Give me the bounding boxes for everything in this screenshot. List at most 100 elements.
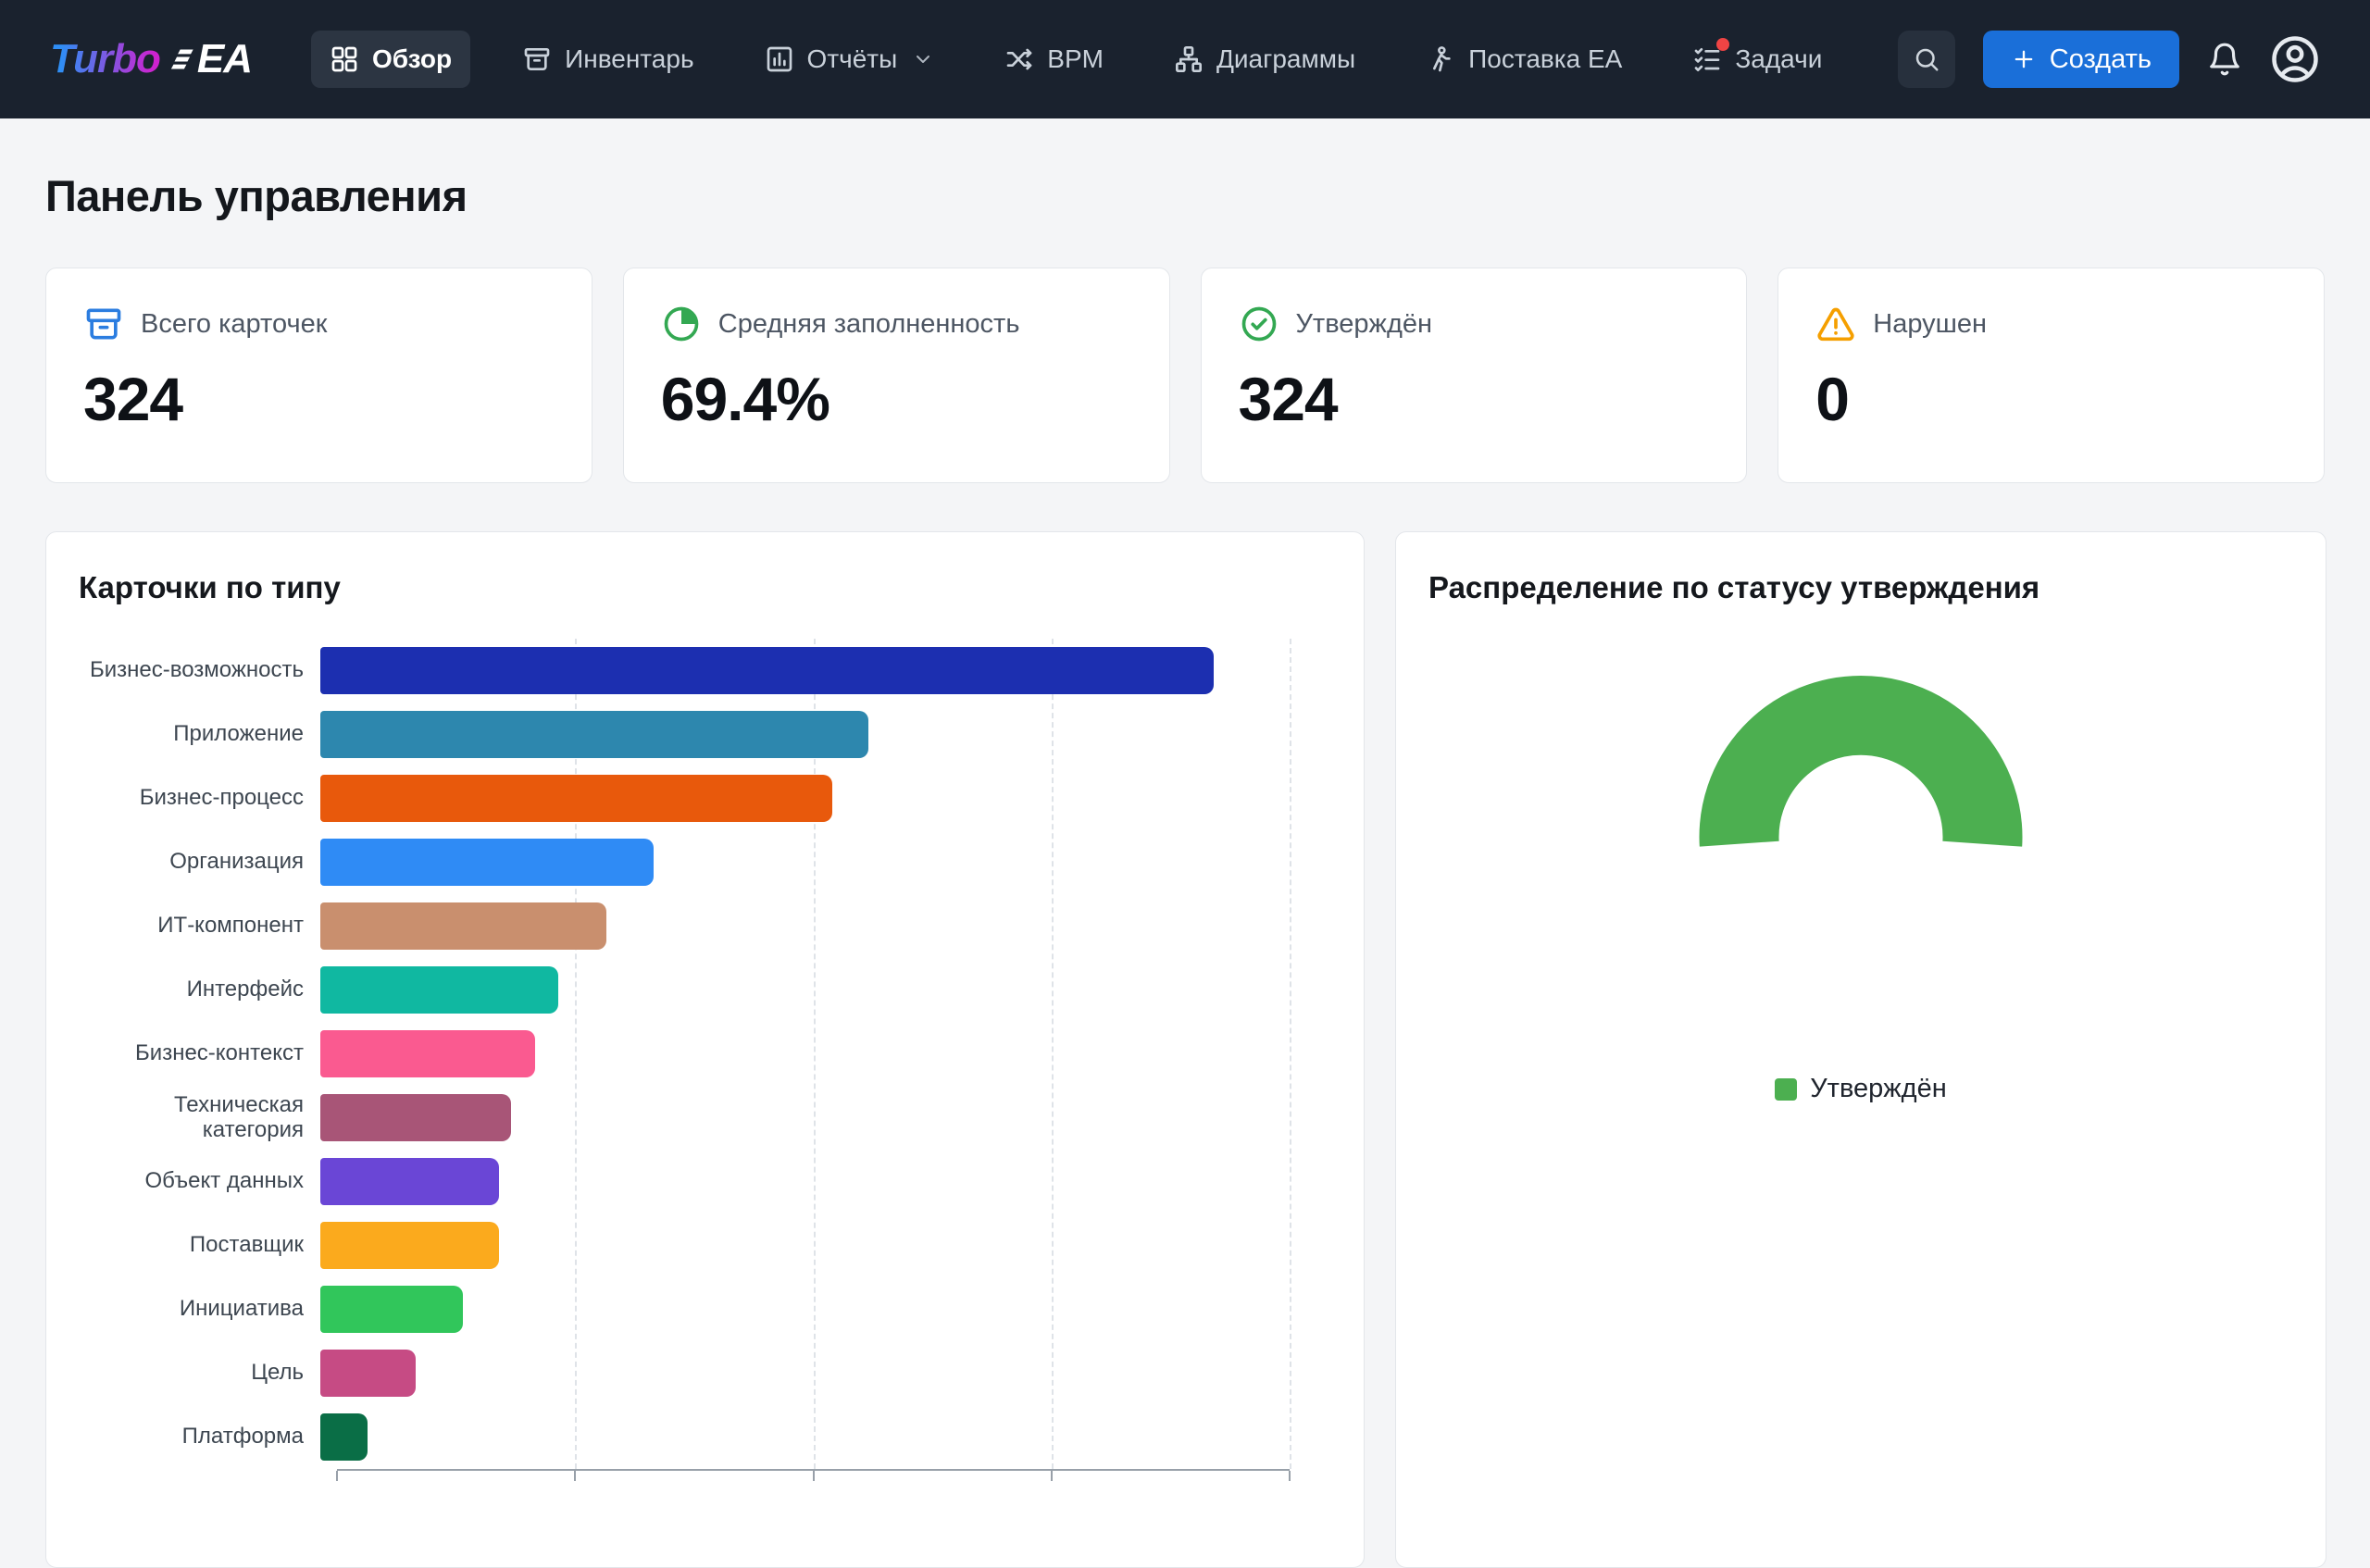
completeness-icon (661, 304, 702, 344)
bar-row: Инициатива (77, 1277, 1333, 1341)
nav-item-label: Диаграммы (1216, 44, 1355, 74)
bar-row: Бизнес-контекст (77, 1022, 1333, 1086)
donut-chart-title: Распределение по статусу утверждения (1428, 570, 2295, 605)
bar-category-label: Приложение (77, 722, 320, 747)
nav-item-label: Задачи (1735, 44, 1822, 74)
user-avatar-icon[interactable] (2270, 34, 2320, 84)
bar-row: Платформа (77, 1405, 1333, 1469)
bar-track (320, 1094, 1333, 1141)
logo-ea-text: EA (197, 36, 252, 82)
bar-category-label: Бизнес-возможность (77, 658, 320, 683)
nav-item-tasks[interactable]: Задачи (1674, 31, 1840, 88)
search-icon (1913, 45, 1940, 73)
stat-card-header: Всего карточек (83, 304, 555, 344)
nav-item-label: Инвентарь (565, 44, 693, 74)
approval-donut-chart (1427, 615, 2295, 1059)
bar-category-label: ИТ-компонент (77, 914, 320, 939)
axis-tick (336, 1471, 338, 1481)
nav-item-label: Поставка EA (1468, 44, 1622, 74)
diagrams-icon (1174, 44, 1204, 74)
nav-item-label: Обзор (372, 44, 452, 74)
bar (320, 1158, 499, 1205)
bar (320, 647, 1214, 694)
nav-item-reports[interactable]: Отчёты (746, 31, 954, 88)
nav-item-diagrams[interactable]: Диаграммы (1155, 31, 1374, 88)
search-button[interactable] (1898, 31, 1955, 88)
bar-track (320, 966, 1333, 1014)
logo-turbo-text: Turbo (50, 36, 160, 82)
bar-row: Бизнес-процесс (77, 766, 1333, 830)
bar-row: Бизнес-возможность (77, 639, 1333, 703)
bar (320, 1286, 463, 1333)
inventory-icon (522, 44, 552, 74)
bar-track (320, 1222, 1333, 1269)
stats-row: Всего карточек 324 Средняя заполненность 69… (45, 268, 2325, 483)
bar-category-label: Цель (77, 1361, 320, 1386)
stat-card-total-cards: Всего карточек 324 (45, 268, 592, 483)
legend-label: Утверждён (1810, 1074, 1947, 1104)
stat-card-header: Утверждён (1239, 304, 1710, 344)
navbar: Turbo EA Обзор Инвентарь Отчёты BPM Диаграмм… (0, 0, 2370, 118)
nav-items: Обзор Инвентарь Отчёты BPM Диаграммы Поставка… (311, 31, 1840, 88)
bar-track (320, 775, 1333, 822)
bar-row: Объект данных (77, 1150, 1333, 1213)
bar-track (320, 1286, 1333, 1333)
reports-icon (765, 44, 794, 74)
bar-track (320, 1030, 1333, 1077)
bar-category-label: Поставщик (77, 1233, 320, 1258)
bar-row: ИТ-компонент (77, 894, 1333, 958)
chevron-down-icon (912, 48, 934, 70)
nav-item-bpm[interactable]: BPM (986, 31, 1122, 88)
donut-segment-approved (1698, 674, 2024, 848)
cards-by-type-chart-card: Карточки по типу Бизнес-возможность Прило… (45, 531, 1365, 1568)
stat-value: 324 (83, 368, 555, 429)
bar-track (320, 839, 1333, 886)
bar-category-label: Платформа (77, 1425, 320, 1450)
stat-value: 0 (1815, 368, 2287, 429)
stat-card-header: Нарушен (1815, 304, 2287, 344)
notifications-bell-icon[interactable] (2207, 42, 2242, 77)
charts-row: Карточки по типу Бизнес-возможность Прило… (45, 531, 2325, 1568)
bar (320, 966, 558, 1014)
bar-category-label: Объект данных (77, 1169, 320, 1194)
bar-category-label: Бизнес-контекст (77, 1041, 320, 1066)
bpm-icon (1004, 44, 1034, 74)
bar-category-label: Техническая категория (77, 1093, 320, 1143)
stat-value: 69.4% (661, 368, 1132, 429)
bar-row: Интерфейс (77, 958, 1333, 1022)
bar-chart-title: Карточки по типу (79, 570, 1333, 605)
nav-item-label: BPM (1047, 44, 1104, 74)
nav-item-inventory[interactable]: Инвентарь (504, 31, 712, 88)
approval-status-chart-card: Распределение по статусу утверждения Утв… (1395, 531, 2326, 1568)
nav-right: Создать (1898, 31, 2320, 88)
bar-track (320, 902, 1333, 950)
bar-row: Поставщик (77, 1213, 1333, 1277)
create-button-label: Создать (2050, 44, 2152, 75)
bar (320, 1413, 368, 1461)
nav-item-label: Отчёты (807, 44, 898, 74)
nav-item-ea-delivery[interactable]: Поставка EA (1407, 31, 1640, 88)
stat-card-approved: Утверждён324 (1201, 268, 1748, 483)
cards-icon (83, 304, 124, 344)
brand-logo[interactable]: Turbo EA (50, 36, 252, 82)
bar-row: Цель (77, 1341, 1333, 1405)
stat-label: Средняя заполненность (718, 309, 1020, 340)
logo-stripes-icon (169, 46, 195, 72)
create-button[interactable]: Создать (1983, 31, 2179, 88)
bar (320, 1222, 499, 1269)
nav-item-overview[interactable]: Обзор (311, 31, 470, 88)
warning-icon (1815, 304, 1856, 344)
axis-tick (1289, 1471, 1291, 1481)
bar-row: Приложение (77, 703, 1333, 766)
stat-label: Всего карточек (141, 309, 327, 340)
chart-legend: Утверждён (1427, 1074, 2295, 1104)
stat-label: Нарушен (1873, 309, 1987, 340)
bar (320, 1350, 416, 1397)
main-content: Панель управления Всего карточек324Средн… (0, 170, 2370, 1568)
bar-category-label: Инициатива (77, 1297, 320, 1322)
approved-icon (1239, 304, 1279, 344)
bar-row: Организация (77, 830, 1333, 894)
axis-tick (1051, 1471, 1053, 1481)
stat-card-header: Средняя заполненность (661, 304, 1132, 344)
bar (320, 775, 832, 822)
